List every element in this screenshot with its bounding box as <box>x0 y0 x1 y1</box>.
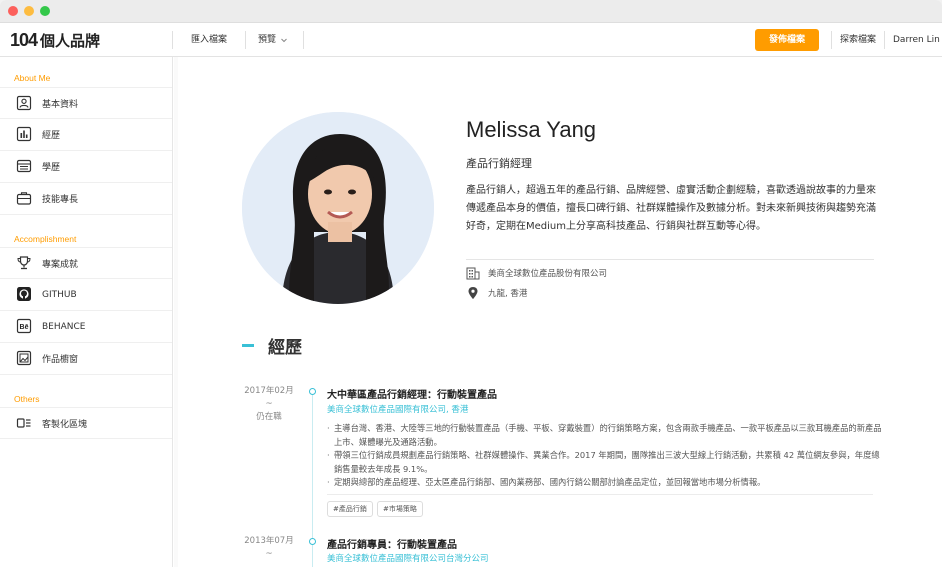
svg-text:Bē: Bē <box>20 324 29 331</box>
logo-number: 104 <box>10 30 38 50</box>
timeline-dot <box>309 538 316 545</box>
import-file-link[interactable]: 匯入檔案 <box>191 23 227 57</box>
sidebar-item-experience[interactable]: 經歷 <box>0 119 172 151</box>
sidebar-item-label: 專案成就 <box>42 259 79 270</box>
github-icon <box>17 287 31 301</box>
sidebar-item-label: 作品櫥窗 <box>42 355 79 365</box>
date-separator: ~ <box>265 399 273 409</box>
location-pin-icon <box>468 287 478 299</box>
sidebar-item-projects[interactable]: 專案成就 <box>0 247 172 279</box>
bar-chart-icon <box>16 126 32 142</box>
nav-divider <box>831 31 832 49</box>
profile-icon <box>16 95 32 111</box>
job-start-date: 2017年02月 <box>244 386 294 396</box>
briefcase-icon <box>16 192 32 205</box>
brand-logo[interactable]: 104 個人品牌 <box>10 30 100 51</box>
preview-dropdown[interactable]: 預覽 <box>258 23 288 57</box>
nav-divider <box>884 31 885 49</box>
logo-text: 個人品牌 <box>40 32 101 50</box>
sidebar-item-label: 客製化區塊 <box>42 419 88 430</box>
nav-divider <box>245 31 246 49</box>
profile-role: 產品行銷經理 <box>466 157 532 170</box>
nav-divider <box>172 31 173 49</box>
profile-bio: 產品行銷人，超過五年的產品行銷、品牌經營、虛實活動企劃經驗，喜歡透過說故事的力量… <box>466 185 876 232</box>
user-menu[interactable]: Darren Lin <box>893 23 940 57</box>
job-bullet: 帶領三位行銷成員規劃產品行銷策略、社群媒體操作、異業合作。2017 年期間，團隊… <box>327 449 887 476</box>
app-window: 104 個人品牌 匯入檔案 預覽 發佈檔案 探索檔案 Darren Lin Ab… <box>0 0 942 567</box>
trophy-icon <box>17 256 31 270</box>
close-window-button[interactable] <box>8 6 18 16</box>
top-nav: 104 個人品牌 匯入檔案 預覽 發佈檔案 探索檔案 Darren Lin <box>0 23 942 57</box>
sidebar-item-label: BEHANCE <box>42 321 86 332</box>
profile-card: Melissa Yang 產品行銷經理 產品行銷人，超過五年的產品行銷、品牌經營… <box>178 57 942 567</box>
job-bullet: 主導台灣、香港、大陸等三地的行動裝置產品（手機、平板、穿戴裝置）的行銷策略方案，… <box>327 422 887 449</box>
job-end-date: 仍在職 <box>256 412 282 422</box>
profile-divider <box>466 259 874 260</box>
sidebar-section-accomplishment: Accomplishment <box>14 234 77 244</box>
timeline-dot <box>309 388 316 395</box>
preview-label: 預覽 <box>258 35 277 45</box>
sidebar-item-portfolio[interactable]: 作品櫥窗 <box>0 343 172 375</box>
section-accent-bar <box>242 344 254 347</box>
sidebar-item-label: 經歷 <box>42 131 61 141</box>
date-separator: ~ <box>265 549 273 559</box>
sidebar: About Me 基本資料 經歷 學歷 技能專長 Accomplishment … <box>0 57 173 567</box>
minimize-window-button[interactable] <box>24 6 34 16</box>
sidebar-section-others: Others <box>14 394 40 404</box>
behance-icon: Bē <box>16 318 32 334</box>
sidebar-section-about-me: About Me <box>14 73 51 83</box>
profile-photo <box>242 112 434 304</box>
building-icon <box>466 267 480 280</box>
maximize-window-button[interactable] <box>40 6 50 16</box>
sidebar-item-skills[interactable]: 技能專長 <box>0 183 172 215</box>
profile-company: 美商全球數位產品股份有限公司 <box>466 266 607 280</box>
portfolio-icon <box>16 350 32 366</box>
window-titlebar <box>0 0 942 23</box>
skill-tag[interactable]: #產品行銷 <box>327 501 373 517</box>
experience-section-title: 經歷 <box>268 338 302 358</box>
sidebar-item-custom-block[interactable]: 客製化區塊 <box>0 407 172 439</box>
explore-files-link[interactable]: 探索檔案 <box>840 23 876 57</box>
experience-section-header: 經歷 <box>242 333 302 358</box>
sidebar-item-education[interactable]: 學歷 <box>0 151 172 183</box>
job-company: 美商全球數位產品國際有限公司, 香港 <box>327 405 469 415</box>
sidebar-item-github[interactable]: GITHUB <box>0 279 172 311</box>
skill-tag[interactable]: #市場策略 <box>377 501 423 517</box>
job-date-range: 2013年07月 ~ <box>234 535 304 561</box>
sidebar-item-label: 學歷 <box>42 163 61 173</box>
education-icon <box>16 159 32 173</box>
custom-block-icon <box>16 418 31 428</box>
nav-divider <box>303 31 304 49</box>
location-text: 九龍, 香港 <box>488 289 528 299</box>
chevron-down-icon <box>281 38 287 43</box>
profile-name: Melissa Yang <box>466 117 597 142</box>
job-company: 美商全球數位產品國際有限公司台灣分公司 <box>327 554 489 564</box>
job-title: 產品行銷專員：行動裝置產品 <box>327 540 457 551</box>
avatar <box>242 112 434 304</box>
publish-button[interactable]: 發佈檔案 <box>755 29 819 51</box>
main-content: Melissa Yang 產品行銷經理 產品行銷人，超過五年的產品行銷、品牌經營… <box>174 57 942 567</box>
job-bullet: 定期與總部的產品經理、亞太區產品行銷部、國內業務部、國內行銷公關部討論產品定位，… <box>327 476 887 490</box>
job-start-date: 2013年07月 <box>244 536 294 546</box>
sidebar-item-label: 技能專長 <box>42 195 79 205</box>
job-divider <box>327 494 873 495</box>
job-date-range: 2017年02月 ~ 仍在職 <box>234 385 304 424</box>
job-description: 主導台灣、香港、大陸等三地的行動裝置產品（手機、平板、穿戴裝置）的行銷策略方案，… <box>327 422 887 490</box>
sidebar-item-label: 基本資料 <box>42 99 79 110</box>
sidebar-item-basic-info[interactable]: 基本資料 <box>0 87 172 119</box>
job-title: 大中華區產品行銷經理：行動裝置產品 <box>327 390 497 401</box>
company-name: 美商全球數位產品股份有限公司 <box>488 269 608 279</box>
sidebar-item-label: GITHUB <box>42 289 77 300</box>
sidebar-item-behance[interactable]: Bē BEHANCE <box>0 311 172 343</box>
profile-location: 九龍, 香港 <box>466 286 527 300</box>
